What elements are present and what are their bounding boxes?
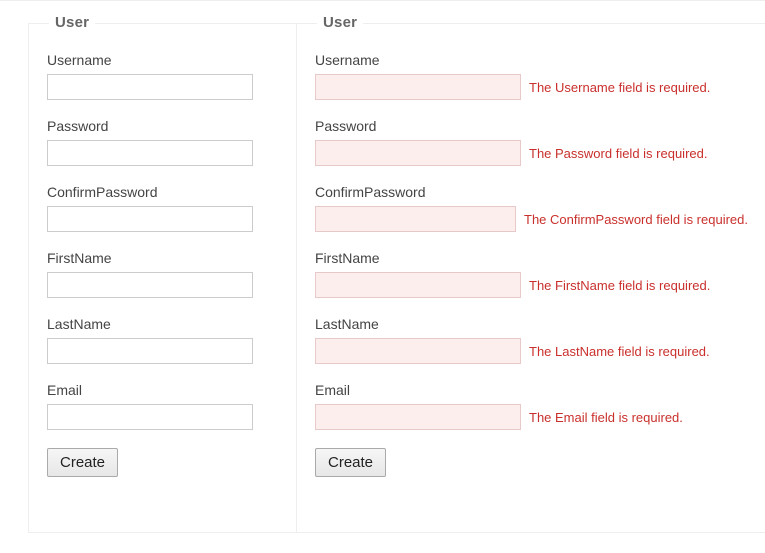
field-group-email: Email [47, 382, 280, 430]
user-form-right: User Username The Username field is requ… [296, 23, 765, 533]
username-label: Username [315, 52, 748, 68]
password-label: Password [47, 118, 280, 134]
password-label: Password [315, 118, 748, 134]
confirm-password-input[interactable] [315, 206, 516, 232]
email-label: Email [315, 382, 748, 398]
email-input[interactable] [315, 404, 521, 430]
last-name-error-message: The LastName field is required. [529, 344, 710, 359]
field-group-first-name: FirstName [47, 250, 280, 298]
field-group-username: Username The Username field is required. [315, 52, 748, 100]
field-group-email: Email The Email field is required. [315, 382, 748, 430]
field-group-confirm-password: ConfirmPassword [47, 184, 280, 232]
confirm-password-input[interactable] [47, 206, 253, 232]
field-group-last-name: LastName The LastName field is required. [315, 316, 748, 364]
fieldset-legend: User [317, 14, 363, 31]
email-label: Email [47, 382, 280, 398]
username-label: Username [47, 52, 280, 68]
first-name-input[interactable] [315, 272, 521, 298]
last-name-label: LastName [47, 316, 280, 332]
field-group-last-name: LastName [47, 316, 280, 364]
field-group-password: Password [47, 118, 280, 166]
field-group-confirm-password: ConfirmPassword The ConfirmPassword fiel… [315, 184, 748, 232]
field-group-first-name: FirstName The FirstName field is require… [315, 250, 748, 298]
password-input[interactable] [47, 140, 253, 166]
email-input[interactable] [47, 404, 253, 430]
confirm-password-label: ConfirmPassword [47, 184, 280, 200]
password-input[interactable] [315, 140, 521, 166]
last-name-input[interactable] [47, 338, 253, 364]
password-error-message: The Password field is required. [529, 146, 707, 161]
first-name-label: FirstName [47, 250, 280, 266]
last-name-label: LastName [315, 316, 748, 332]
field-group-password: Password The Password field is required. [315, 118, 748, 166]
email-error-message: The Email field is required. [529, 410, 683, 425]
fieldset-legend: User [49, 14, 95, 31]
username-input[interactable] [47, 74, 253, 100]
username-input[interactable] [315, 74, 521, 100]
first-name-label: FirstName [315, 250, 748, 266]
user-form-left: User Username Password ConfirmPassword F… [28, 23, 298, 533]
first-name-error-message: The FirstName field is required. [529, 278, 710, 293]
confirm-password-label: ConfirmPassword [315, 184, 748, 200]
confirm-password-error-message: The ConfirmPassword field is required. [524, 212, 748, 227]
first-name-input[interactable] [47, 272, 253, 298]
field-group-username: Username [47, 52, 280, 100]
create-button[interactable]: Create [315, 448, 386, 477]
last-name-input[interactable] [315, 338, 521, 364]
create-button[interactable]: Create [47, 448, 118, 477]
username-error-message: The Username field is required. [529, 80, 710, 95]
